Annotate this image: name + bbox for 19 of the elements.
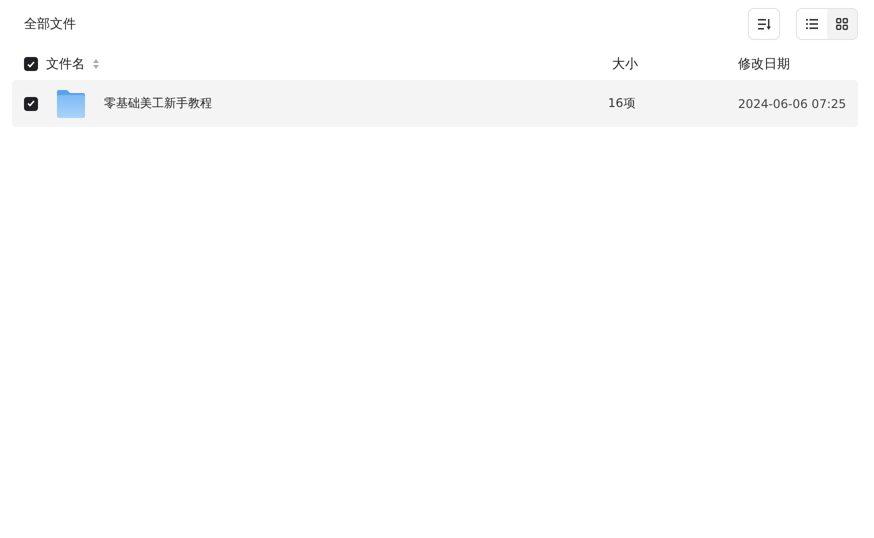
checkbox[interactable]	[24, 57, 38, 71]
folder-icon	[56, 90, 86, 118]
view-mode-button[interactable]	[797, 9, 827, 39]
sort-button[interactable]	[748, 8, 780, 40]
checkmark-icon	[27, 60, 35, 68]
modified-date: 2024-06-06 07:25	[738, 96, 848, 110]
checkbox[interactable]	[24, 96, 38, 110]
list-view-icon	[806, 19, 818, 29]
file-size: 16项	[608, 95, 636, 112]
sort-order-icon	[758, 18, 770, 30]
sort-icon	[93, 59, 99, 69]
checkmark-icon	[27, 100, 35, 107]
grid-view-icon	[836, 18, 848, 30]
file-name: 零基础美工新手教程	[104, 95, 212, 112]
column-header[interactable]: 修改日期	[738, 55, 862, 73]
column-header[interactable]: 大小	[612, 55, 738, 73]
breadcrumb-title: 全部文件	[24, 16, 76, 33]
file-row[interactable]: 零基础美工新手教程 16项 2024-06-06 07:25	[12, 80, 858, 127]
column-header[interactable]: 文件名	[46, 55, 85, 73]
